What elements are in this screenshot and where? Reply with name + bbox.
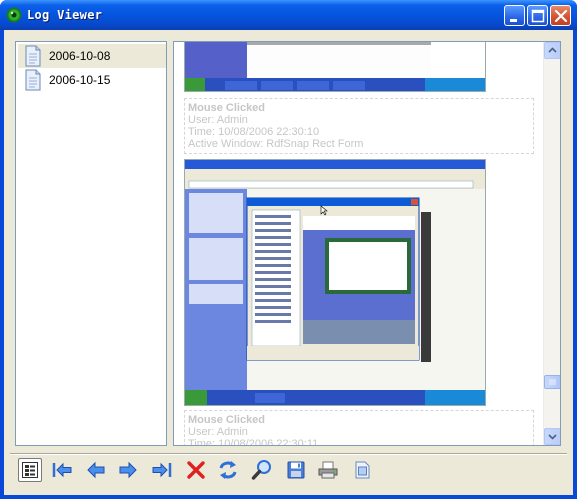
tree-toggle-button[interactable] <box>18 458 42 482</box>
screenshot-image <box>185 42 485 91</box>
arrow-left-icon <box>87 461 105 479</box>
event-log-view[interactable]: Mouse Clicked User: Admin Time: 10/08/20… <box>173 41 561 446</box>
event-screenshot[interactable] <box>184 42 486 92</box>
first-button[interactable] <box>50 458 74 482</box>
maximize-button[interactable] <box>527 5 548 26</box>
delete-icon <box>187 461 205 479</box>
previous-button[interactable] <box>84 458 108 482</box>
first-icon <box>52 462 72 478</box>
maximize-icon <box>531 9 545 23</box>
last-button[interactable] <box>150 458 174 482</box>
delete-button[interactable] <box>184 458 208 482</box>
event-time: Time: 10/08/2006 22:30:11 <box>188 438 319 446</box>
page-setup-icon <box>355 461 370 479</box>
refresh-button[interactable] <box>216 458 240 482</box>
tree-view-icon <box>22 462 38 478</box>
chevron-up-icon <box>548 47 557 53</box>
title-bar[interactable]: Log Viewer <box>0 0 577 30</box>
save-button[interactable] <box>284 458 308 482</box>
date-item[interactable]: 2006-10-15 <box>18 68 166 92</box>
client-area: 2006-10-08 2006-10-15 Mouse Clicked User… <box>4 30 573 495</box>
app-logo-icon <box>6 7 22 23</box>
date-label: 2006-10-08 <box>49 49 111 63</box>
close-button[interactable] <box>550 5 571 26</box>
chevron-down-icon <box>548 434 557 440</box>
last-icon <box>152 462 172 478</box>
minimize-button[interactable] <box>504 5 525 26</box>
scroll-up-button[interactable] <box>544 42 560 59</box>
close-icon <box>554 9 568 23</box>
toolbar-separator <box>10 453 567 455</box>
page-setup-button[interactable] <box>350 458 374 482</box>
scroll-down-button[interactable] <box>544 428 560 445</box>
scroll-thumb[interactable] <box>544 375 560 389</box>
event-user: User: Admin <box>188 426 248 438</box>
event-time: Time: 10/08/2006 22:30:10 <box>188 126 320 138</box>
grip-icon <box>549 379 556 385</box>
next-button[interactable] <box>116 458 140 482</box>
event-user: User: Admin <box>188 114 248 126</box>
document-icon <box>25 69 41 91</box>
refresh-icon <box>219 461 237 479</box>
event-type: Mouse Clicked <box>188 102 266 114</box>
save-icon <box>287 461 305 479</box>
arrow-right-icon <box>119 461 137 479</box>
screenshot-image <box>185 160 485 405</box>
print-button[interactable] <box>316 458 340 482</box>
vertical-scrollbar[interactable] <box>543 42 560 445</box>
window-title: Log Viewer <box>27 8 103 22</box>
event-details: Mouse Clicked User: Admin Time: 10/08/20… <box>184 98 534 154</box>
document-icon <box>25 45 41 67</box>
minimize-icon <box>510 19 517 22</box>
date-label: 2006-10-15 <box>49 73 111 87</box>
event-type: Mouse Clicked <box>188 414 266 426</box>
event-screenshot[interactable] <box>184 159 486 406</box>
date-list[interactable]: 2006-10-08 2006-10-15 <box>15 41 167 446</box>
event-details: Mouse Clicked User: Admin Time: 10/08/20… <box>184 410 534 446</box>
event-window: Active Window: RdfSnap Rect Form <box>188 138 364 150</box>
date-item[interactable]: 2006-10-08 <box>18 44 166 68</box>
search-icon <box>251 460 271 480</box>
log-viewer-window: Log Viewer 2006-10-08 2006-10-15 Mouse C… <box>0 0 577 499</box>
search-button[interactable] <box>250 458 274 482</box>
printer-icon <box>318 461 338 479</box>
